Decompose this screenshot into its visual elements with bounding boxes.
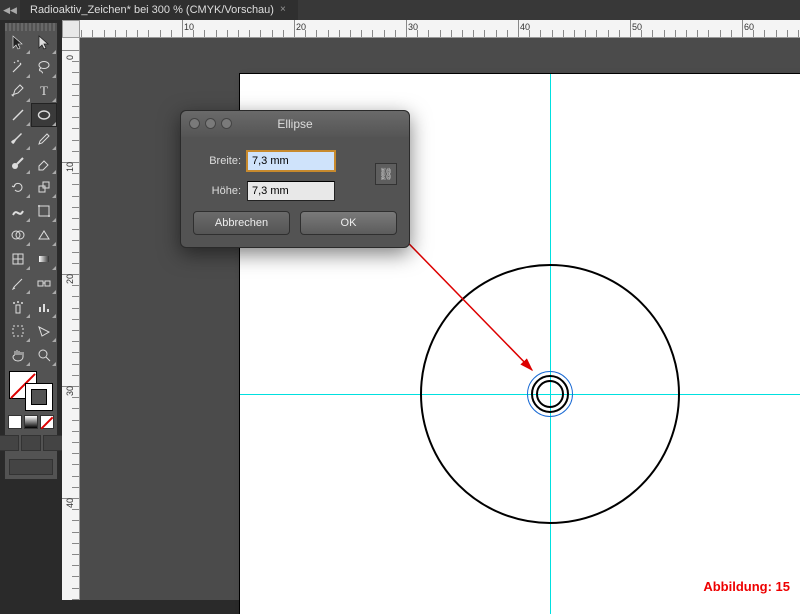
- tool-paintbrush[interactable]: [5, 127, 31, 151]
- panel-collapse-icon[interactable]: ◀◀: [0, 0, 20, 20]
- traffic-close-icon[interactable]: [189, 118, 200, 129]
- panel-grip[interactable]: [5, 23, 57, 31]
- ellipse-dialog: Ellipse Breite: 7,3 mm Höhe: 7,3 mm ⛓ Ab…: [180, 110, 410, 248]
- tool-magic-wand[interactable]: [5, 55, 31, 79]
- document-tab-bar: ◀◀ Radioaktiv_Zeichen* bei 300 % (CMYK/V…: [0, 0, 800, 20]
- ellipse-inner[interactable]: [536, 380, 564, 408]
- tool-direct-select[interactable]: [31, 31, 57, 55]
- document-tab[interactable]: Radioaktiv_Zeichen* bei 300 % (CMYK/Vors…: [20, 0, 298, 20]
- ok-button[interactable]: OK: [300, 211, 397, 235]
- tool-hand[interactable]: [5, 343, 31, 367]
- height-label: Höhe:: [193, 185, 241, 197]
- tool-lasso[interactable]: [31, 55, 57, 79]
- tools-panel: T: [4, 22, 58, 480]
- dialog-titlebar[interactable]: Ellipse: [181, 111, 409, 137]
- tool-pencil[interactable]: [31, 127, 57, 151]
- color-mode-none[interactable]: [40, 415, 54, 429]
- tool-free-transform[interactable]: [31, 199, 57, 223]
- tool-zoom[interactable]: [31, 343, 57, 367]
- tool-eraser[interactable]: [31, 151, 57, 175]
- svg-text:T: T: [40, 83, 48, 98]
- screen-mode-button[interactable]: [9, 459, 53, 475]
- chain-link-icon: ⛓: [378, 167, 393, 181]
- tool-artboard[interactable]: [5, 319, 31, 343]
- stroke-swatch[interactable]: [25, 383, 53, 411]
- height-input[interactable]: 7,3 mm: [247, 181, 335, 201]
- constrain-proportions-button[interactable]: ⛓: [375, 163, 397, 185]
- tool-width[interactable]: [5, 199, 31, 223]
- document-title: Radioaktiv_Zeichen* bei 300 % (CMYK/Vors…: [30, 0, 274, 20]
- tool-type[interactable]: T: [31, 79, 57, 103]
- ruler-origin[interactable]: [62, 20, 80, 38]
- ruler-vertical[interactable]: 010203040: [62, 38, 80, 600]
- width-label: Breite:: [193, 155, 241, 167]
- traffic-zoom-icon[interactable]: [221, 118, 232, 129]
- traffic-min-icon[interactable]: [205, 118, 216, 129]
- width-input[interactable]: 7,3 mm: [247, 151, 335, 171]
- draw-mode-behind[interactable]: [21, 435, 41, 451]
- tool-rotate[interactable]: [5, 175, 31, 199]
- tool-slice[interactable]: [31, 319, 57, 343]
- tool-pen[interactable]: [5, 79, 31, 103]
- tool-eyedropper[interactable]: [5, 271, 31, 295]
- tool-blob[interactable]: [5, 151, 31, 175]
- cancel-button[interactable]: Abbrechen: [193, 211, 290, 235]
- tool-graph[interactable]: [31, 295, 57, 319]
- tool-line[interactable]: [5, 103, 31, 127]
- ruler-horizontal[interactable]: 102030405060: [80, 20, 800, 38]
- color-mode-solid[interactable]: [8, 415, 22, 429]
- figure-caption: Abbildung: 15: [703, 579, 790, 594]
- tool-blend[interactable]: [31, 271, 57, 295]
- color-mode-gradient[interactable]: [24, 415, 38, 429]
- tool-ellipse[interactable]: [31, 103, 57, 127]
- tool-gradient[interactable]: [31, 247, 57, 271]
- fill-stroke-indicator[interactable]: [9, 371, 53, 411]
- dialog-title: Ellipse: [277, 117, 312, 131]
- tool-perspective[interactable]: [31, 223, 57, 247]
- tool-mesh[interactable]: [5, 247, 31, 271]
- close-tab-icon[interactable]: ×: [280, 0, 286, 20]
- tool-shape-builder[interactable]: [5, 223, 31, 247]
- document-stage: 102030405060 010203040: [62, 20, 800, 600]
- tool-symbol-spray[interactable]: [5, 295, 31, 319]
- tool-scale[interactable]: [31, 175, 57, 199]
- tool-selection[interactable]: [5, 31, 31, 55]
- draw-mode-inside[interactable]: [43, 435, 63, 451]
- draw-mode-normal[interactable]: [0, 435, 19, 451]
